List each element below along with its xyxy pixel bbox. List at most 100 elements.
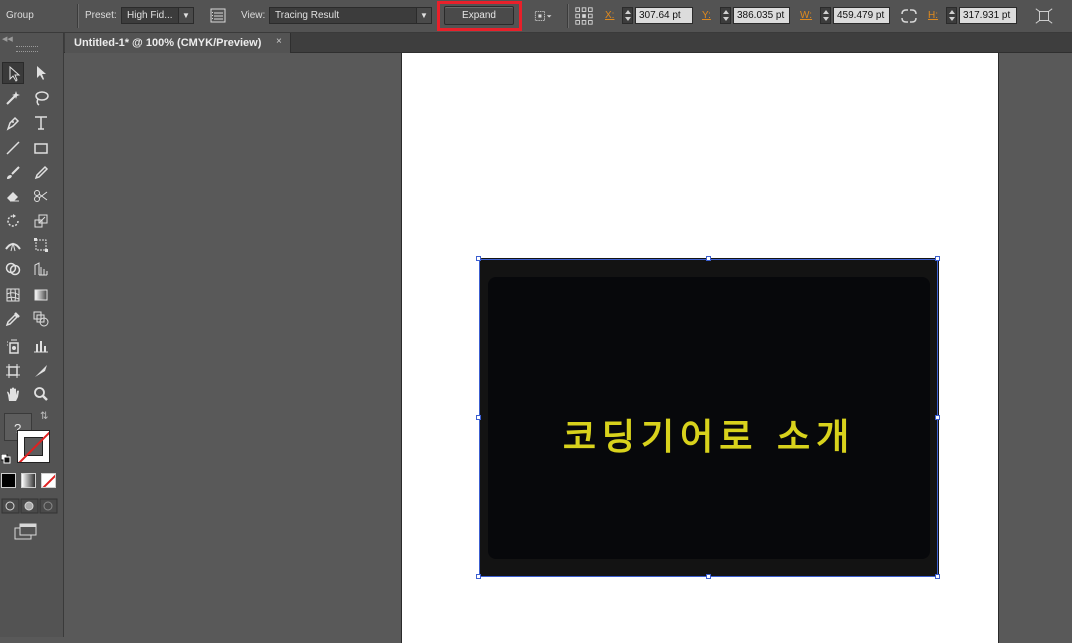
perspective-grid-icon [34, 262, 48, 276]
hand-tool[interactable] [2, 383, 24, 405]
resize-handle-right[interactable] [935, 415, 940, 420]
none-slash-icon [42, 474, 55, 487]
scissors-tool[interactable] [30, 185, 52, 207]
w-field[interactable]: 459.479 pt [833, 7, 890, 24]
rectangle-tool[interactable] [30, 137, 52, 159]
color-mode-button[interactable] [1, 473, 16, 488]
eyedropper-icon [5, 312, 20, 327]
h-field[interactable]: 317.931 pt [959, 7, 1017, 24]
blend-icon [33, 311, 49, 327]
resize-handle-top[interactable] [706, 256, 711, 261]
symbol-sprayer-icon [7, 339, 19, 354]
w-stepper[interactable] [820, 7, 831, 24]
free-transform-tool[interactable] [30, 234, 52, 256]
eyedropper-tool[interactable] [2, 308, 24, 330]
pencil-tool[interactable] [30, 162, 52, 184]
w-label: W: [800, 10, 813, 21]
width-icon [5, 242, 21, 252]
resize-handle-bottom-right[interactable] [935, 574, 940, 579]
zoom-magnifier-icon [34, 387, 48, 401]
lasso-tool[interactable] [30, 87, 52, 109]
close-icon[interactable]: × [276, 36, 282, 47]
gradient-tool[interactable] [30, 284, 52, 306]
preset-dropdown[interactable]: High Fid... ▼ [121, 7, 194, 24]
resize-handle-left[interactable] [476, 415, 481, 420]
x-field[interactable]: 307.64 pt [635, 7, 693, 24]
selection-tool[interactable] [2, 62, 24, 84]
hand-icon [7, 387, 19, 401]
transform-grid-icon[interactable] [574, 6, 594, 26]
none-slash-icon [18, 431, 49, 462]
mesh-tool[interactable] [2, 284, 24, 306]
tools-panel: ◀◀ ? ⇅ [0, 33, 64, 637]
document-tab[interactable]: Untitled-1* @ 100% (CMYK/Preview) × [65, 33, 291, 53]
selection-bounding-box[interactable] [479, 259, 938, 577]
direct-selection-icon [37, 66, 46, 80]
pen-tool[interactable] [2, 112, 24, 134]
control-bar: Group Preset: High Fid... ▼ View: Tracin… [0, 0, 1072, 33]
resize-handle-top-left[interactable] [476, 256, 481, 261]
scale-icon [34, 214, 48, 228]
scissors-icon [34, 190, 48, 202]
link-icon[interactable] [899, 6, 919, 26]
symbol-sprayer-tool[interactable] [2, 335, 24, 357]
h-stepper[interactable] [946, 7, 957, 24]
gradient-mode-button[interactable] [21, 473, 36, 488]
chevron-down-icon: ▼ [178, 8, 193, 23]
column-graph-tool[interactable] [30, 335, 52, 357]
swap-fill-stroke-icon[interactable]: ⇅ [40, 411, 48, 422]
selection-arrow-icon [9, 66, 21, 82]
drawing-modes [1, 498, 59, 514]
paintbrush-tool[interactable] [2, 162, 24, 184]
stroke-none-swatch[interactable] [17, 430, 50, 463]
paintbrush-icon [7, 166, 20, 179]
width-tool[interactable] [2, 234, 24, 256]
eraser-icon [7, 192, 19, 202]
magic-wand-tool[interactable] [2, 87, 24, 109]
preset-label: Preset: [85, 10, 117, 21]
screen-mode-icon[interactable] [14, 523, 38, 541]
x-stepper[interactable] [622, 7, 633, 24]
artboard-tool[interactable] [2, 360, 24, 382]
direct-selection-tool[interactable] [30, 62, 52, 84]
draw-mode-icons[interactable] [1, 498, 59, 514]
pen-icon [6, 116, 20, 131]
x-label: X: [605, 10, 615, 21]
divider [567, 4, 569, 28]
slice-knife-icon [35, 365, 47, 377]
perspective-grid-tool[interactable] [30, 258, 52, 280]
preset-value: High Fid... [127, 10, 173, 21]
h-label: H: [928, 10, 938, 21]
none-mode-button[interactable] [41, 473, 56, 488]
reference-point-icon[interactable] [533, 6, 553, 26]
y-stepper[interactable] [720, 7, 731, 24]
resize-handle-bottom[interactable] [706, 574, 711, 579]
default-colors-icon[interactable] [1, 454, 11, 464]
transform-icon[interactable] [1034, 6, 1054, 26]
y-field[interactable]: 386.035 pt [733, 7, 790, 24]
rotate-tool[interactable] [2, 210, 24, 232]
expand-button[interactable]: Expand [444, 6, 514, 25]
tracing-panel-icon[interactable] [208, 6, 228, 26]
shape-builder-tool[interactable] [2, 258, 24, 280]
y-label: Y: [702, 10, 711, 21]
mesh-icon [6, 288, 20, 302]
zoom-tool[interactable] [30, 383, 52, 405]
resize-handle-top-right[interactable] [935, 256, 940, 261]
resize-handle-bottom-left[interactable] [476, 574, 481, 579]
line-tool[interactable] [2, 137, 24, 159]
lasso-icon [35, 91, 49, 106]
view-dropdown[interactable]: Tracing Result ▼ [269, 7, 432, 24]
view-value: Tracing Result [275, 10, 340, 21]
panel-grip[interactable] [16, 46, 38, 52]
view-label: View: [241, 10, 266, 21]
scale-tool[interactable] [30, 210, 52, 232]
artboard-icon [6, 364, 20, 378]
blend-tool[interactable] [30, 308, 52, 330]
collapse-chevron-icon[interactable]: ◀◀ [2, 35, 13, 43]
free-transform-icon [34, 238, 48, 252]
rotate-icon [7, 214, 19, 227]
type-tool[interactable] [30, 112, 52, 134]
slice-tool[interactable] [30, 360, 52, 382]
eraser-tool[interactable] [2, 185, 24, 207]
